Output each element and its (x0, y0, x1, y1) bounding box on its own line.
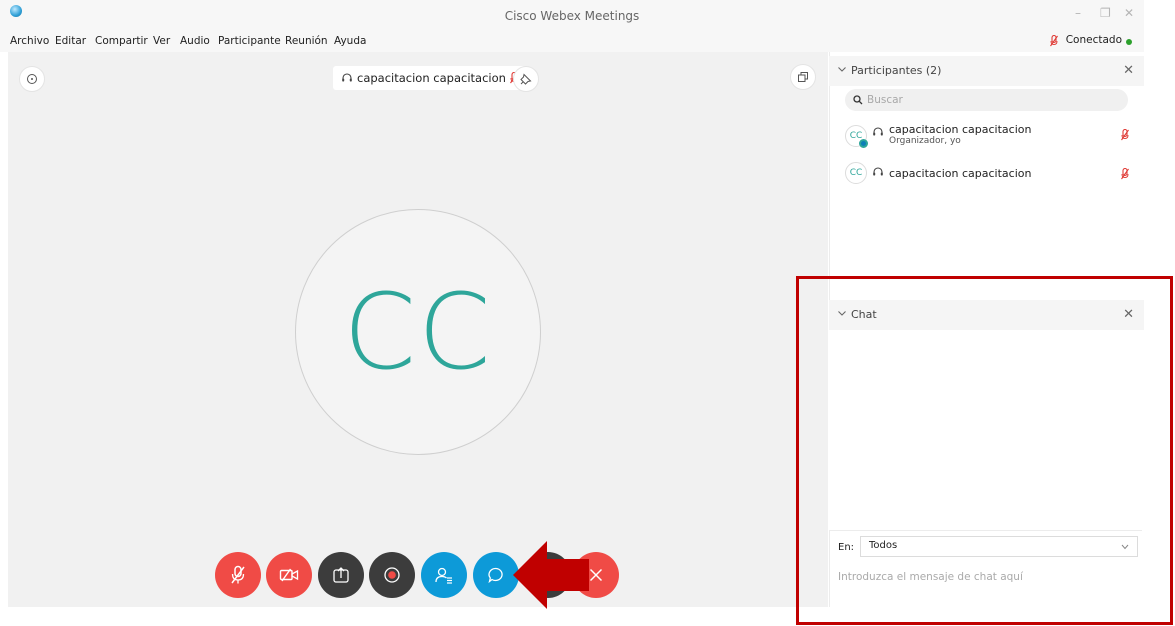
menu-audio[interactable]: Audio (180, 35, 210, 47)
annotation-arrow-icon (513, 541, 589, 609)
pin-icon (520, 73, 532, 85)
search-icon (853, 95, 863, 105)
menu-editar[interactable]: Editar (55, 35, 86, 47)
participant-name: capacitacion capacitacion (889, 167, 1032, 180)
mute-button[interactable] (215, 552, 261, 598)
menu-ver[interactable]: Ver (153, 35, 170, 47)
chevron-down-icon (838, 67, 846, 72)
host-badge-icon (859, 139, 868, 148)
participants-button[interactable] (421, 552, 467, 598)
speaker-avatar: CC (295, 209, 541, 455)
video-off-icon (279, 568, 299, 582)
restore-button[interactable]: ❐ (1100, 6, 1111, 20)
participant-row[interactable]: CC capacitacion capacitacion (845, 158, 1133, 188)
info-icon (27, 74, 37, 84)
menu-bar: Archivo Editar Compartir Ver Audio Parti… (0, 30, 1144, 52)
headset-icon (342, 73, 352, 82)
record-button[interactable] (369, 552, 415, 598)
chat-highlight-annotation (796, 276, 1173, 625)
record-icon (384, 567, 400, 583)
participant-avatar: CC (845, 162, 867, 184)
window-title: Cisco Webex Meetings (504, 9, 640, 23)
meeting-info-button[interactable] (19, 66, 45, 92)
active-speaker-name: capacitacion capacitacion (357, 71, 506, 85)
participant-search[interactable] (845, 89, 1128, 111)
headset-icon (873, 127, 883, 136)
layout-button[interactable] (790, 64, 816, 90)
participants-panel-header[interactable]: Participantes (2) ✕ (829, 56, 1144, 86)
close-participants-button[interactable]: ✕ (1123, 63, 1134, 78)
headset-icon (873, 167, 883, 176)
muted-mic-icon (231, 565, 245, 584)
pin-speaker-button[interactable] (513, 66, 539, 92)
menu-compartir[interactable]: Compartir (95, 35, 148, 47)
video-stage: capacitacion capacitacion CC (8, 52, 828, 609)
chat-icon (488, 567, 503, 584)
webex-meeting-window: Cisco Webex Meetings – ❐ ✕ Archivo Edita… (0, 0, 1175, 626)
menu-participante[interactable]: Participante (218, 35, 281, 47)
menu-reunion[interactable]: Reunión (285, 35, 328, 47)
menu-ayuda[interactable]: Ayuda (334, 35, 366, 47)
participant-search-input[interactable] (867, 92, 1117, 108)
minimize-button[interactable]: – (1075, 6, 1081, 20)
muted-mic-icon (1121, 129, 1129, 141)
participant-name: capacitacion capacitacion (889, 123, 1032, 136)
connection-status: Conectado (1065, 34, 1122, 46)
participant-row[interactable]: CC capacitacion capacitacion Organizador… (845, 121, 1133, 151)
menu-archivo[interactable]: Archivo (10, 35, 49, 47)
participants-panel-title: Participantes (2) (851, 64, 942, 77)
layout-icon (798, 72, 808, 82)
participant-role: Organizador, yo (889, 136, 961, 146)
video-button[interactable] (266, 552, 312, 598)
share-icon (333, 567, 349, 583)
active-speaker-label: capacitacion capacitacion (333, 66, 526, 90)
share-content-button[interactable] (318, 552, 364, 598)
connected-dot-icon (1126, 39, 1132, 45)
participants-icon (435, 567, 452, 584)
muted-mic-icon (1050, 35, 1058, 47)
close-window-button[interactable]: ✕ (1124, 6, 1134, 20)
speaker-avatar-initials: CC (343, 271, 493, 393)
muted-mic-icon (1121, 168, 1129, 180)
title-bar: Cisco Webex Meetings – ❐ ✕ (0, 0, 1144, 30)
